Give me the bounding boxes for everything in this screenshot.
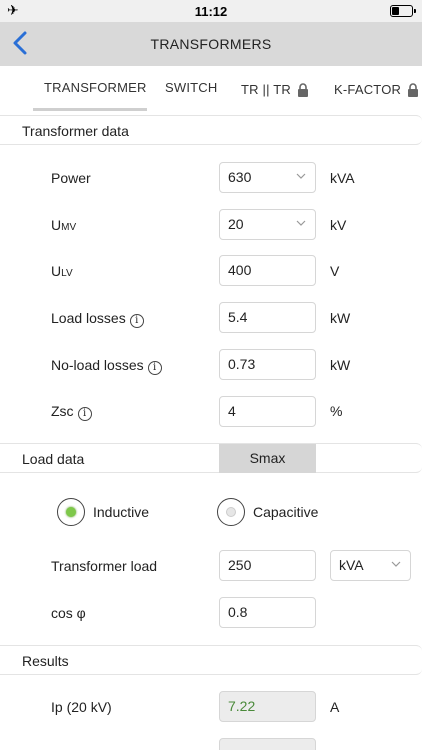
ulv-label: ULV [51,263,73,279]
ip-result-field: 7.22 [219,691,316,722]
capacitive-radio[interactable]: Capacitive [217,498,318,526]
tab-bar: TRANSFORMER SWITCH TR || TR K-FACTOR [0,66,422,114]
power-unit: kVA [330,170,355,186]
capacitive-label: Capacitive [253,504,319,520]
section-title: Transformer data [22,123,129,139]
transformer-data-header: Transformer data [0,115,422,145]
ulv-input[interactable]: 400 [219,255,316,286]
zsc-label: Zsc i [51,403,92,421]
smax-button[interactable]: Smax [219,444,316,473]
load-unit-select[interactable]: kVA [330,550,411,581]
tab-tr-parallel[interactable]: TR || TR [241,82,309,97]
tab-tr-parallel-label: TR || TR [241,82,292,97]
umv-unit: kV [330,217,347,233]
page-title: TRANSFORMERS [150,36,272,52]
noload-losses-input[interactable]: 0.73 [219,349,316,380]
navigation-bar: TRANSFORMERS [0,22,422,66]
tab-k-factor-label: K-FACTOR [334,82,402,97]
inductive-radio[interactable]: Inductive [57,498,149,526]
info-icon[interactable]: i [129,314,144,328]
umv-select[interactable]: 20 [219,209,316,240]
chevron-down-icon [296,220,306,226]
status-time: 11:12 [194,4,228,19]
info-icon[interactable]: i [147,361,162,375]
ip-label: Ip (20 kV) [51,699,112,715]
info-icon[interactable]: i [77,407,92,421]
tab-switch-label: SWITCH [165,80,218,95]
power-label: Power [51,170,91,186]
battery-icon [390,5,416,17]
tab-switch[interactable]: SWITCH [165,80,217,95]
noload-losses-unit: kW [330,357,351,373]
next-result-field [219,738,316,750]
tab-transformer[interactable]: TRANSFORMER [44,80,147,95]
active-tab-indicator [33,108,147,111]
zsc-value: 4 [228,403,236,419]
noload-losses-label: No-load losses i [51,357,162,375]
load-unit-value: kVA [339,557,364,573]
load-losses-input[interactable]: 5.4 [219,302,316,333]
radio-circle [217,498,245,526]
load-losses-unit: kW [330,310,351,326]
ip-value: 7.22 [228,698,256,714]
cos-phi-label: cos φ [51,605,86,621]
ip-unit: A [330,699,340,715]
zsc-input[interactable]: 4 [219,396,316,427]
radio-circle [57,498,85,526]
status-bar: ✈ 11:12 [0,0,422,22]
transformer-load-input[interactable]: 250 [219,550,316,581]
results-header: Results [0,645,422,675]
chevron-down-icon [296,173,306,179]
power-select[interactable]: 630 [219,162,316,193]
load-data-header: Load data Smax [0,443,422,473]
umv-value: 20 [228,216,244,232]
load-losses-label: Load losses i [51,310,144,328]
inductive-label: Inductive [93,504,150,520]
zsc-unit: % [330,403,343,419]
power-value: 630 [228,169,252,185]
transformer-load-label: Transformer load [51,558,158,574]
section-title: Results [22,653,69,669]
noload-losses-value: 0.73 [228,356,256,372]
ulv-value: 400 [228,262,252,278]
cos-phi-value: 0.8 [228,604,248,620]
load-losses-value: 5.4 [228,309,248,325]
umv-label: UMV [51,217,77,233]
cos-phi-input[interactable]: 0.8 [219,597,316,628]
tab-k-factor[interactable]: K-FACTOR [334,82,419,97]
transformer-load-value: 250 [228,557,252,573]
tab-transformer-label: TRANSFORMER [44,80,147,95]
chevron-down-icon [391,561,401,567]
ulv-unit: V [330,263,340,279]
lock-icon [298,82,309,97]
lock-icon [408,82,419,97]
section-title: Load data [22,451,85,467]
